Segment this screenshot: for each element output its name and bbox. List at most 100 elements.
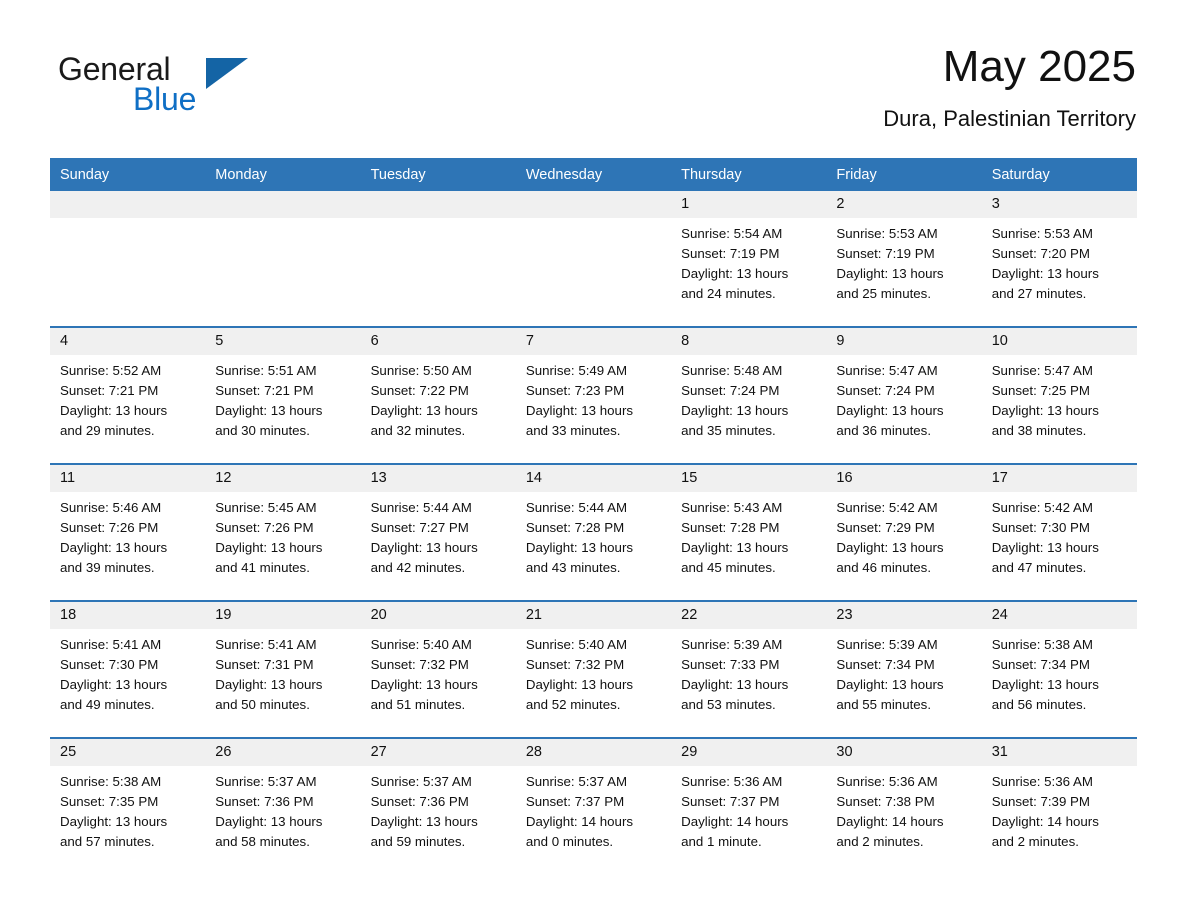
calendar-day-cell[interactable]: 9 Sunrise: 5:47 AM Sunset: 7:24 PM Daylight… <box>826 326 982 464</box>
calendar-day-cell[interactable]: 19 Sunrise: 5:41 AM Sunset: 7:31 PM Dayligh… <box>205 600 361 738</box>
day-detail-line: and 38 minutes. <box>991 423 1087 438</box>
day-detail-line: Daylight: 13 hours <box>991 677 1099 692</box>
day-detail-line: Sunrise: 5:48 AM <box>681 363 783 378</box>
calendar-day-cell[interactable]: 8 Sunrise: 5:48 AM Sunset: 7:24 PM Daylight… <box>671 326 827 464</box>
generalblue-logo[interactable]: General Blue <box>58 50 318 126</box>
day-details: Sunrise: 5:47 AM Sunset: 7:24 PM Daylight:… <box>826 355 981 441</box>
calendar-cell-empty <box>515 191 672 327</box>
day-details: Sunrise: 5:51 AM Sunset: 7:21 PM Daylight:… <box>205 355 360 441</box>
day-number: 16 <box>826 465 982 492</box>
day-detail-line: and 35 minutes. <box>681 423 776 438</box>
calendar-day-cell[interactable]: 16 Sunrise: 5:42 AM Sunset: 7:29 PM Dayligh… <box>826 463 982 601</box>
day-detail-line: Sunset: 7:30 PM <box>60 657 159 672</box>
day-detail-line: Daylight: 13 hours <box>681 677 789 692</box>
calendar-day-cell[interactable]: 12 Sunrise: 5:45 AM Sunset: 7:26 PM Dayligh… <box>205 463 361 601</box>
day-details: Sunrise: 5:44 AM Sunset: 7:27 PM Daylight:… <box>361 492 516 578</box>
day-number: 9 <box>826 328 982 355</box>
calendar-day-cell[interactable]: 7 Sunrise: 5:49 AM Sunset: 7:23 PM Daylight… <box>515 326 672 464</box>
calendar-cell-inner: 20 Sunrise: 5:40 AM Sunset: 7:32 PM Dayligh… <box>360 602 516 737</box>
day-detail-line: Daylight: 13 hours <box>215 540 323 555</box>
day-number: 19 <box>205 602 361 629</box>
day-detail-line: Sunrise: 5:47 AM <box>836 363 938 378</box>
calendar-cell-inner: 13 Sunrise: 5:44 AM Sunset: 7:27 PM Dayligh… <box>360 465 516 600</box>
calendar-day-cell[interactable]: 27 Sunrise: 5:37 AM Sunset: 7:36 PM Dayligh… <box>360 737 516 874</box>
calendar-day-cell[interactable]: 30 Sunrise: 5:36 AM Sunset: 7:38 PM Dayligh… <box>826 737 982 874</box>
calendar-cell-empty <box>50 191 206 327</box>
calendar-page: General Blue May 2025 Dura, Palestinian … <box>0 0 1188 918</box>
calendar-day-cell[interactable]: 24 Sunrise: 5:38 AM Sunset: 7:34 PM Dayligh… <box>981 600 1137 738</box>
day-number: 29 <box>671 739 827 766</box>
calendar-day-cell[interactable]: 17 Sunrise: 5:42 AM Sunset: 7:30 PM Dayligh… <box>981 463 1137 601</box>
calendar-cell-inner: 27 Sunrise: 5:37 AM Sunset: 7:36 PM Dayligh… <box>360 739 516 874</box>
day-detail-line: Daylight: 13 hours <box>991 266 1099 281</box>
day-detail-line: Sunrise: 5:40 AM <box>525 637 628 652</box>
calendar-cell-inner: 16 Sunrise: 5:42 AM Sunset: 7:29 PM Dayligh… <box>826 465 982 600</box>
day-detail-line: Sunrise: 5:40 AM <box>370 637 472 652</box>
day-detail-line: and 52 minutes. <box>525 697 621 712</box>
calendar-cell-inner: 12 Sunrise: 5:45 AM Sunset: 7:26 PM Dayligh… <box>205 465 361 600</box>
calendar-day-cell[interactable]: 1 Sunrise: 5:54 AM Sunset: 7:19 PM Daylight… <box>671 191 827 327</box>
day-detail-line: Sunset: 7:19 PM <box>836 246 935 261</box>
day-detail-line: and 29 minutes. <box>60 423 155 438</box>
calendar-day-cell[interactable]: 14 Sunrise: 5:44 AM Sunset: 7:28 PM Dayligh… <box>515 463 672 601</box>
day-details <box>516 218 671 224</box>
calendar-day-cell[interactable]: 20 Sunrise: 5:40 AM Sunset: 7:32 PM Dayligh… <box>360 600 516 738</box>
day-detail-line: Sunrise: 5:50 AM <box>370 363 472 378</box>
day-detail-line: Sunset: 7:36 PM <box>370 794 469 809</box>
day-detail-line: and 36 minutes. <box>836 423 932 438</box>
day-detail-line: Sunrise: 5:51 AM <box>215 363 317 378</box>
day-detail-line: Daylight: 14 hours <box>681 814 789 829</box>
calendar-day-cell[interactable]: 28 Sunrise: 5:37 AM Sunset: 7:37 PM Dayligh… <box>515 737 672 874</box>
day-detail-line: Sunrise: 5:38 AM <box>60 774 162 789</box>
calendar-cell-inner: 4 Sunrise: 5:52 AM Sunset: 7:21 PM Daylight… <box>50 328 206 463</box>
calendar-day-cell[interactable]: 3 Sunrise: 5:53 AM Sunset: 7:20 PM Daylight… <box>981 191 1137 327</box>
day-detail-line: Sunrise: 5:44 AM <box>525 500 628 515</box>
logo-text-blue: Blue <box>133 81 197 117</box>
weekday-header-friday: Friday <box>826 158 982 191</box>
day-details: Sunrise: 5:50 AM Sunset: 7:22 PM Daylight:… <box>361 355 516 441</box>
day-detail-line: and 43 minutes. <box>525 560 621 575</box>
calendar-cell-inner: 31 Sunrise: 5:36 AM Sunset: 7:39 PM Dayligh… <box>981 739 1137 874</box>
calendar-day-cell[interactable]: 2 Sunrise: 5:53 AM Sunset: 7:19 PM Daylight… <box>826 191 982 327</box>
day-number: 23 <box>826 602 982 629</box>
calendar-cell-inner: 19 Sunrise: 5:41 AM Sunset: 7:31 PM Dayligh… <box>205 602 361 737</box>
calendar-day-cell[interactable]: 13 Sunrise: 5:44 AM Sunset: 7:27 PM Dayligh… <box>360 463 516 601</box>
calendar-day-cell[interactable]: 4 Sunrise: 5:52 AM Sunset: 7:21 PM Daylight… <box>50 326 206 464</box>
day-detail-line: Sunrise: 5:45 AM <box>215 500 317 515</box>
calendar-day-cell[interactable]: 6 Sunrise: 5:50 AM Sunset: 7:22 PM Daylight… <box>360 326 516 464</box>
calendar-cell-inner: 1 Sunrise: 5:54 AM Sunset: 7:19 PM Daylight… <box>671 191 827 326</box>
calendar-cell-inner: 6 Sunrise: 5:50 AM Sunset: 7:22 PM Daylight… <box>360 328 516 463</box>
day-detail-line: Daylight: 13 hours <box>525 540 634 555</box>
calendar-day-cell[interactable]: 10 Sunrise: 5:47 AM Sunset: 7:25 PM Dayligh… <box>981 326 1137 464</box>
calendar-week-row: 4 Sunrise: 5:52 AM Sunset: 7:21 PM Daylight… <box>50 326 1137 464</box>
day-detail-line: and 32 minutes. <box>370 423 466 438</box>
day-detail-line: Sunset: 7:28 PM <box>681 520 780 535</box>
calendar-day-cell[interactable]: 23 Sunrise: 5:39 AM Sunset: 7:34 PM Dayligh… <box>826 600 982 738</box>
day-detail-line: Daylight: 13 hours <box>60 403 168 418</box>
day-number: 25 <box>50 739 206 766</box>
calendar-day-cell[interactable]: 18 Sunrise: 5:41 AM Sunset: 7:30 PM Dayligh… <box>50 600 206 738</box>
day-detail-line: Sunset: 7:32 PM <box>525 657 625 672</box>
day-detail-line: Daylight: 14 hours <box>525 814 634 829</box>
day-number: 21 <box>515 602 672 629</box>
calendar-cell-inner: 2 Sunrise: 5:53 AM Sunset: 7:19 PM Daylight… <box>826 191 982 326</box>
page-subtitle-location: Dura, Palestinian Territory <box>883 106 1136 131</box>
day-number: 17 <box>981 465 1137 492</box>
calendar-cell-inner: 10 Sunrise: 5:47 AM Sunset: 7:25 PM Dayligh… <box>981 328 1137 463</box>
day-number <box>515 191 672 218</box>
calendar-day-cell[interactable]: 22 Sunrise: 5:39 AM Sunset: 7:33 PM Dayligh… <box>671 600 827 738</box>
calendar-week-row: 11 Sunrise: 5:46 AM Sunset: 7:26 PM Dayligh… <box>50 463 1137 601</box>
calendar-day-cell[interactable]: 21 Sunrise: 5:40 AM Sunset: 7:32 PM Dayligh… <box>515 600 672 738</box>
day-detail-line: Sunset: 7:31 PM <box>215 657 314 672</box>
calendar-day-cell[interactable]: 25 Sunrise: 5:38 AM Sunset: 7:35 PM Dayligh… <box>50 737 206 874</box>
calendar-day-cell[interactable]: 15 Sunrise: 5:43 AM Sunset: 7:28 PM Dayligh… <box>671 463 827 601</box>
calendar-day-cell[interactable]: 31 Sunrise: 5:36 AM Sunset: 7:39 PM Dayligh… <box>981 737 1137 874</box>
day-detail-line: Sunset: 7:28 PM <box>525 520 625 535</box>
day-detail-line: and 2 minutes. <box>836 834 924 849</box>
day-detail-line: Sunrise: 5:53 AM <box>836 226 938 241</box>
calendar-day-cell[interactable]: 26 Sunrise: 5:37 AM Sunset: 7:36 PM Dayligh… <box>205 737 361 874</box>
day-detail-line: Sunset: 7:37 PM <box>525 794 625 809</box>
calendar-day-cell[interactable]: 11 Sunrise: 5:46 AM Sunset: 7:26 PM Dayligh… <box>50 463 206 601</box>
calendar-day-cell[interactable]: 5 Sunrise: 5:51 AM Sunset: 7:21 PM Daylight… <box>205 326 361 464</box>
calendar-day-cell[interactable]: 29 Sunrise: 5:36 AM Sunset: 7:37 PM Dayligh… <box>671 737 827 874</box>
